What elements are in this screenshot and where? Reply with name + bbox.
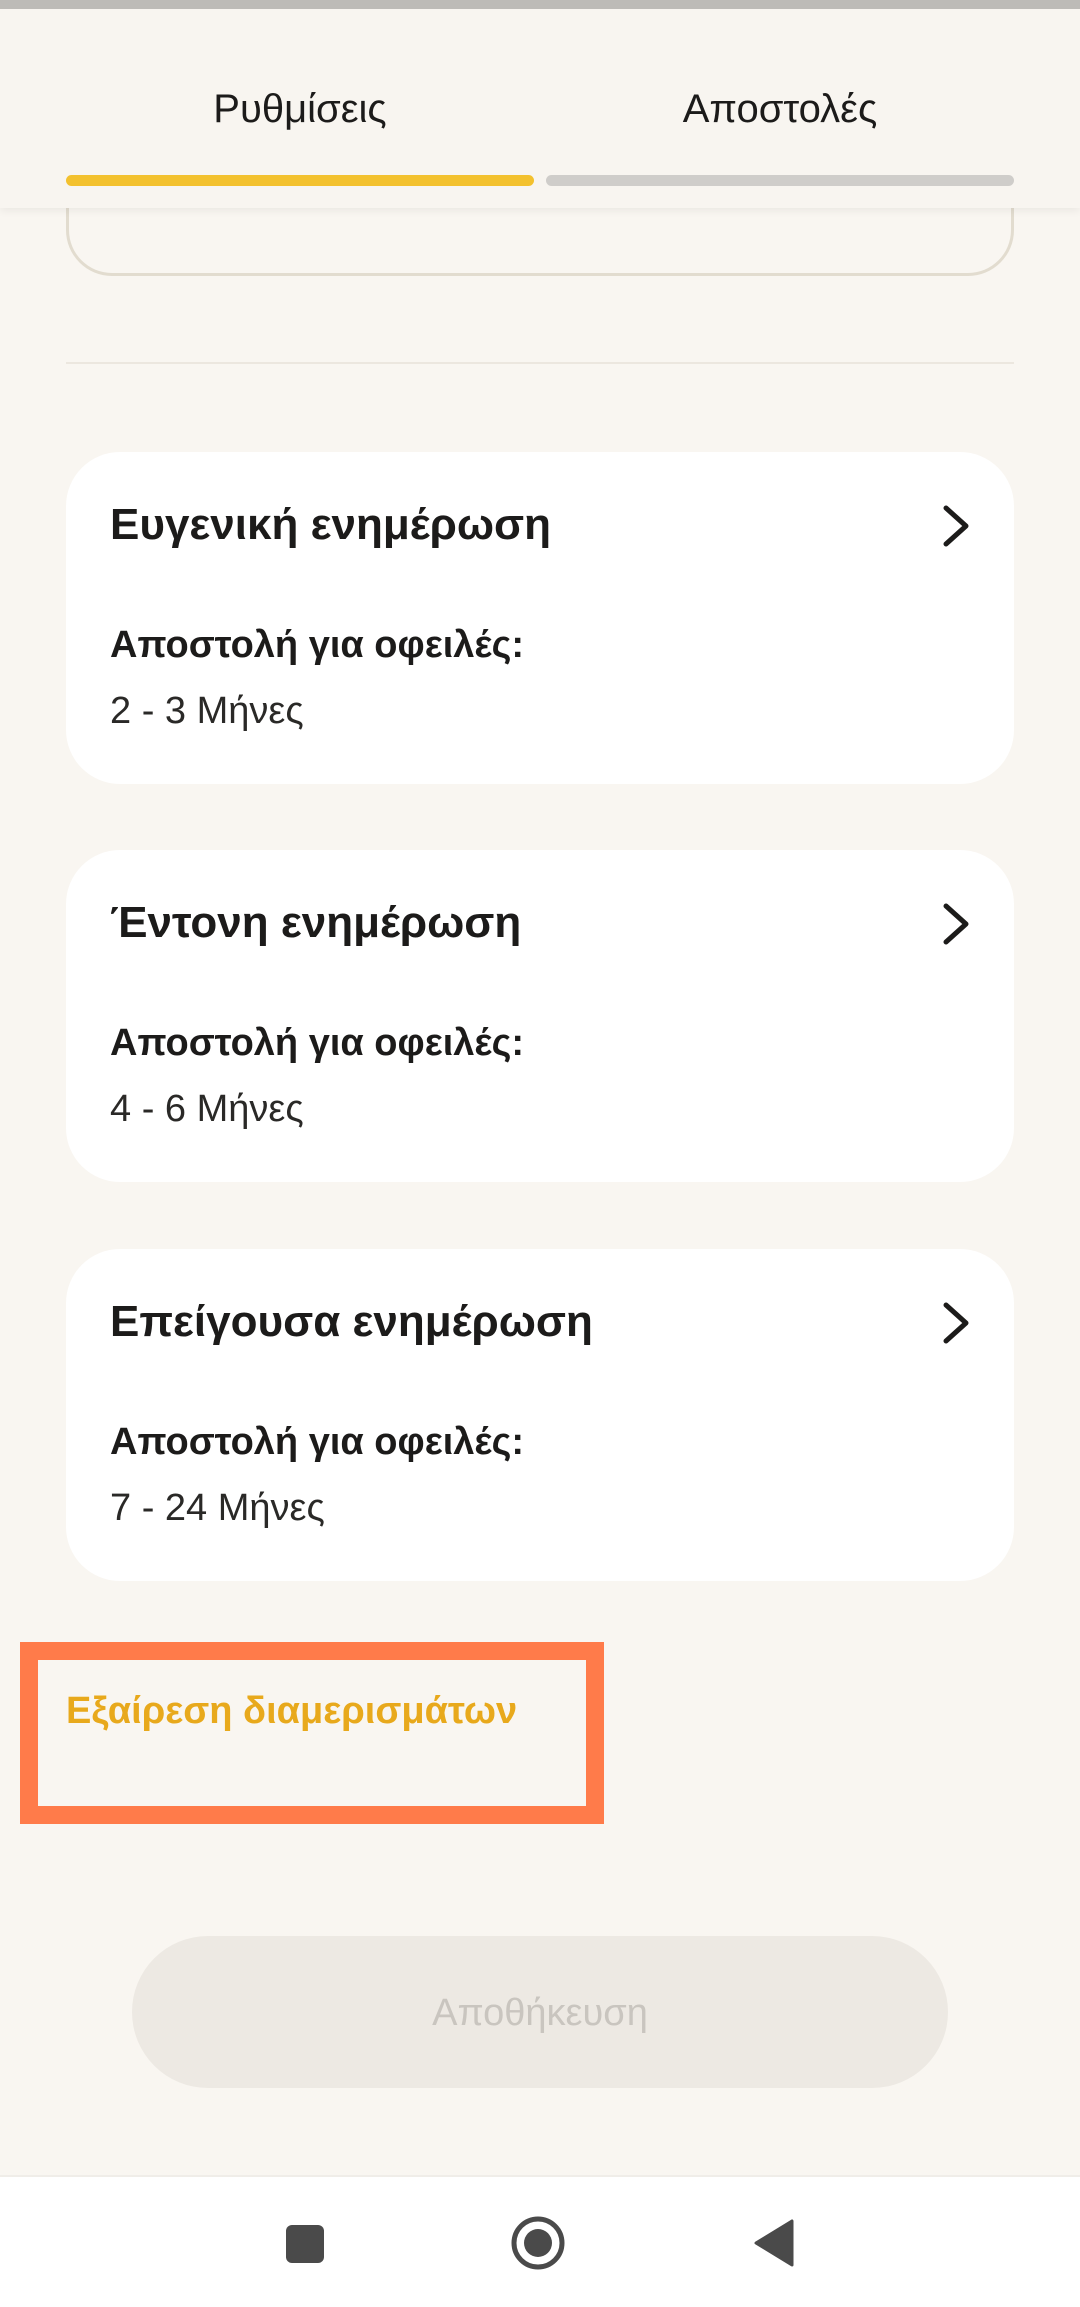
card-title: Επείγουσα ενημέρωση: [110, 1297, 593, 1346]
card-value: 2 - 3 Μήνες: [110, 690, 304, 732]
card-title: Ευγενική ενημέρωση: [110, 500, 552, 549]
square-icon[interactable]: [272, 2211, 336, 2275]
card-subtitle: Αποστολή για οφειλές:: [110, 624, 524, 666]
card-subtitle: Αποστολή για οφειλές:: [110, 1421, 524, 1463]
save-button[interactable]: Αποθήκευση: [132, 1936, 948, 2088]
card-value: 7 - 24 Μήνες: [110, 1487, 325, 1529]
chevron-right-icon: [943, 1302, 969, 1344]
tab-dispatches[interactable]: Αποστολές: [546, 9, 1014, 208]
card-subtitle: Αποστολή για οφειλές:: [110, 1022, 524, 1064]
tab-settings-indicator: [66, 175, 534, 186]
tab-settings[interactable]: Ρυθμίσεις: [66, 9, 534, 208]
section-divider: [66, 362, 1014, 364]
app-screen: Ρυθμίσεις Αποστολές Ευγενική ενημέρωση Α…: [0, 0, 1080, 2307]
tab-bar: Ρυθμίσεις Αποστολές: [0, 0, 1080, 208]
circle-icon[interactable]: [506, 2211, 570, 2275]
reminder-card-urgent[interactable]: Επείγουσα ενημέρωση Αποστολή για οφειλές…: [66, 1249, 1014, 1581]
chevron-right-icon: [943, 505, 969, 547]
tab-dispatches-label: Αποστολές: [682, 87, 878, 131]
card-title: Έντονη ενημέρωση: [110, 898, 522, 947]
tab-dispatches-indicator: [546, 175, 1014, 186]
reminder-card-gentle[interactable]: Ευγενική ενημέρωση Αποστολή για οφειλές:…: [66, 452, 1014, 784]
highlight-box: [20, 1642, 604, 1824]
exclude-apartments-link[interactable]: Εξαίρεση διαμερισμάτων: [66, 1690, 517, 1733]
card-value: 4 - 6 Μήνες: [110, 1088, 304, 1130]
tab-settings-label: Ρυθμίσεις: [213, 87, 387, 131]
triangle-back-icon[interactable]: [744, 2211, 808, 2275]
system-nav-bar: [0, 2175, 1080, 2307]
reminder-card-strong[interactable]: Έντονη ενημέρωση Αποστολή για οφειλές: 4…: [66, 850, 1014, 1182]
chevron-right-icon: [943, 903, 969, 945]
